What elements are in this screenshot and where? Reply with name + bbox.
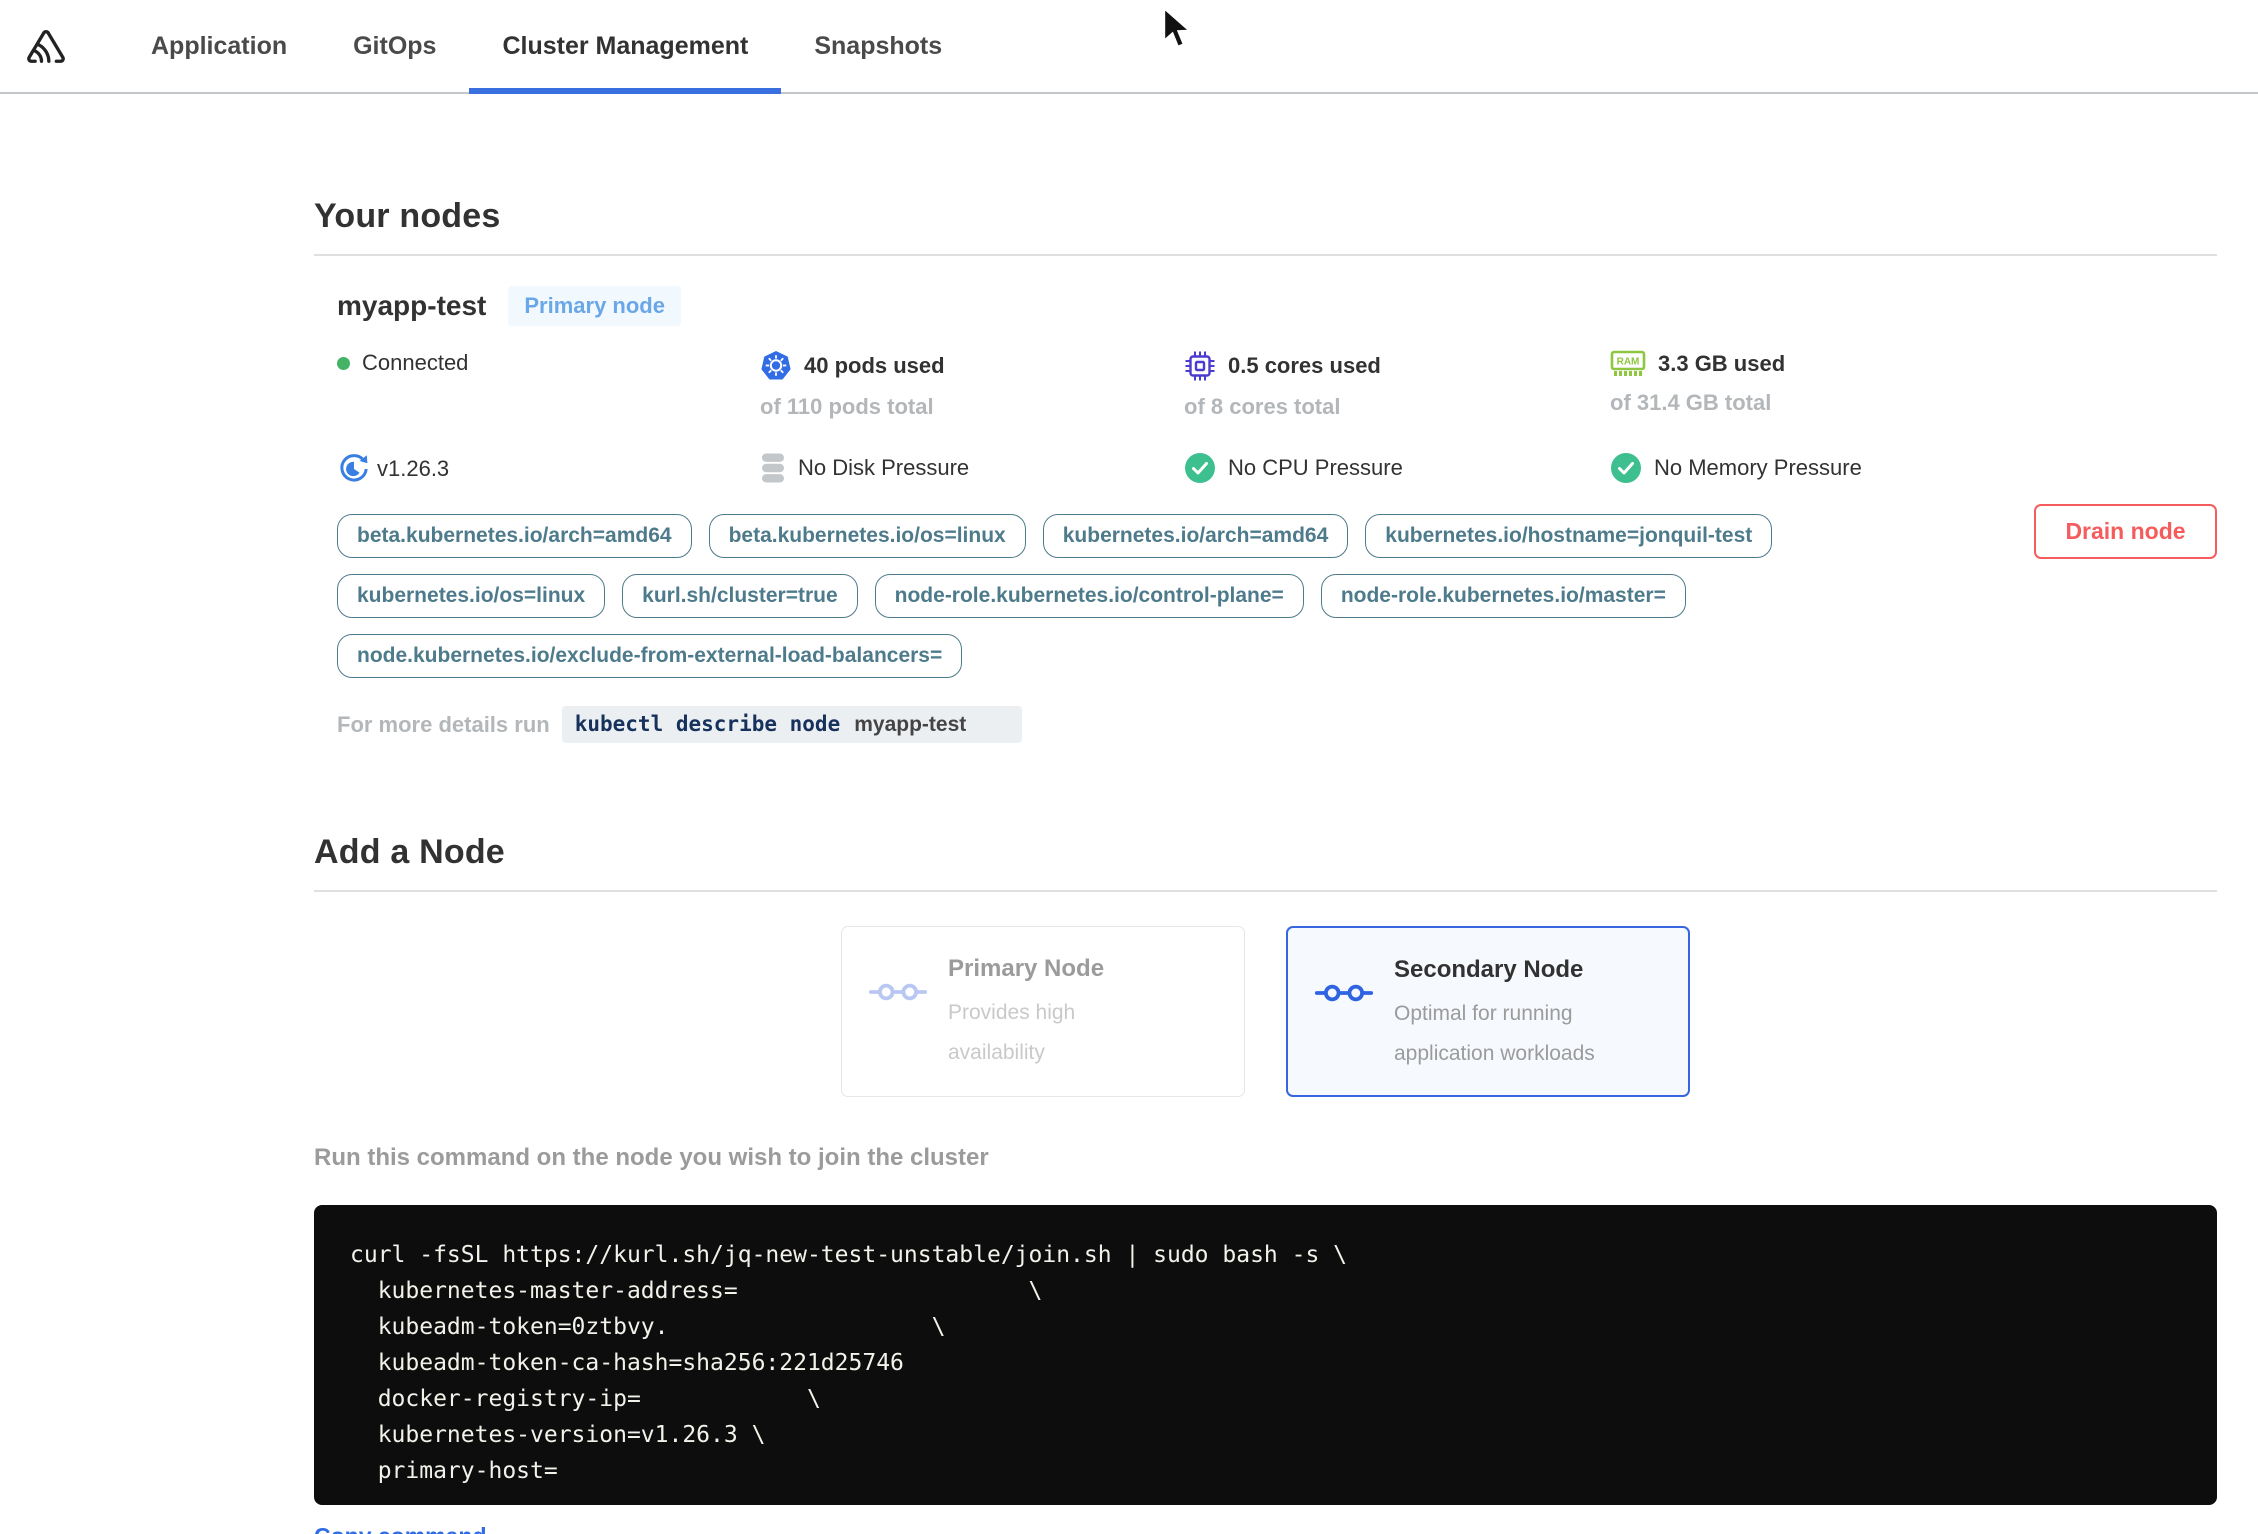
- node-type-cards: Primary Node Provides high availability: [314, 926, 2217, 1097]
- kubectl-command: kubectl describe node: [574, 712, 841, 736]
- check-circle-icon: [1184, 452, 1216, 484]
- memory-pressure: No Memory Pressure: [1610, 452, 2217, 486]
- node-label-pill: beta.kubernetes.io/arch=amd64: [337, 514, 692, 558]
- main-content: Your nodes myapp-test Primary node Conne…: [0, 197, 2258, 1534]
- add-node-title: Add a Node: [314, 833, 505, 871]
- node-labels: beta.kubernetes.io/arch=amd64 beta.kuber…: [337, 514, 2217, 678]
- node-label-pill: kubernetes.io/os=linux: [337, 574, 606, 618]
- node-label-pill: kubernetes.io/arch=amd64: [1042, 514, 1349, 558]
- cpu-pressure-label: No CPU Pressure: [1228, 455, 1403, 480]
- details-hint: For more details run kubectl describe no…: [337, 706, 2217, 743]
- command-line: kubernetes-master-address= \: [350, 1278, 1043, 1304]
- command-line: kubeadm-token=0ztbvy. \: [350, 1314, 946, 1340]
- copy-command-link[interactable]: Copy command: [314, 1523, 487, 1534]
- command-line: kubernetes-version=v1.26.3 \: [350, 1422, 766, 1448]
- primary-node-card-desc: Provides high availability: [948, 1001, 1076, 1064]
- drain-node-button[interactable]: Drain node: [2034, 504, 2217, 559]
- top-navbar: Application GitOps Cluster Management Sn…: [0, 0, 2258, 94]
- nav-tabs: Application GitOps Cluster Management Sn…: [118, 0, 975, 94]
- cores-total: of 8 cores total: [1184, 394, 1341, 419]
- version-history-icon: [337, 452, 371, 486]
- details-hint-prefix: For more details run: [337, 711, 550, 737]
- node-label-pill: kubernetes.io/hostname=jonquil-test: [1365, 514, 1773, 558]
- section-divider: [314, 890, 2217, 892]
- cpu-pressure: No CPU Pressure: [1184, 452, 1610, 486]
- pods-stat: 40 pods used of 110 pods total: [760, 350, 1184, 420]
- memory-used: 3.3 GB used: [1658, 351, 1786, 376]
- command-line: kubeadm-token-ca-hash=sha256:221d25746: [350, 1350, 904, 1376]
- node-status: Connected: [337, 350, 760, 420]
- node-label-pill: node-role.kubernetes.io/control-plane=: [874, 574, 1304, 618]
- check-circle-icon: [1610, 452, 1642, 484]
- node-version: v1.26.3: [337, 452, 760, 486]
- node-label-pill: beta.kubernetes.io/os=linux: [708, 514, 1026, 558]
- node-link-icon: [869, 981, 927, 1096]
- app-logo[interactable]: [0, 0, 118, 92]
- node-stats-grid: Connected 40 pods used of 110 pods total…: [337, 350, 2217, 486]
- node-link-icon: [1315, 982, 1373, 1095]
- secondary-node-card-desc: Optimal for running application workload…: [1394, 1002, 1595, 1065]
- primary-node-card[interactable]: Primary Node Provides high availability: [841, 926, 1245, 1097]
- cores-used: 0.5 cores used: [1228, 353, 1381, 378]
- node-name: myapp-test: [337, 290, 487, 321]
- memory-stat: RAM 3.3 GB used of 31.4 GB total: [1610, 350, 2217, 420]
- cpu-icon: [1184, 350, 1216, 382]
- command-line: primary-host=: [350, 1458, 558, 1484]
- disk-icon: [760, 452, 786, 484]
- node-label-pill: node.kubernetes.io/exclude-from-external…: [337, 634, 963, 678]
- node-label-pill: kurl.sh/cluster=true: [622, 574, 858, 618]
- disk-pressure: No Disk Pressure: [760, 452, 1184, 486]
- section-divider: [314, 254, 2217, 256]
- cores-stat: 0.5 cores used of 8 cores total: [1184, 350, 1610, 420]
- tab-application[interactable]: Application: [118, 0, 320, 92]
- kubectl-command-chip: kubectl describe node myapp-test: [561, 706, 1023, 743]
- connected-label: Connected: [362, 350, 469, 375]
- memory-total: of 31.4 GB total: [1610, 390, 1772, 415]
- command-line: curl -fsSL https://kurl.sh/jq-new-test-u…: [350, 1242, 1347, 1268]
- join-command-terminal: curl -fsSL https://kurl.sh/jq-new-test-u…: [314, 1205, 2217, 1505]
- kubernetes-icon: [760, 350, 792, 382]
- secondary-node-card[interactable]: Secondary Node Optimal for running appli…: [1286, 926, 1690, 1097]
- connected-status-dot: [337, 356, 350, 370]
- memory-pressure-label: No Memory Pressure: [1654, 455, 1862, 480]
- ram-icon: RAM: [1610, 350, 1646, 378]
- version-label: v1.26.3: [377, 456, 450, 481]
- node-label-pill: node-role.kubernetes.io/master=: [1320, 574, 1686, 618]
- tab-gitops[interactable]: GitOps: [320, 0, 469, 92]
- join-instruction: Run this command on the node you wish to…: [314, 1144, 989, 1171]
- secondary-node-card-title: Secondary Node: [1394, 956, 1584, 983]
- tab-snapshots[interactable]: Snapshots: [781, 0, 975, 92]
- tab-cluster-management[interactable]: Cluster Management: [469, 0, 782, 94]
- svg-text:RAM: RAM: [1617, 357, 1640, 368]
- command-line: docker-registry-ip= \: [350, 1386, 821, 1412]
- pods-used: 40 pods used: [804, 353, 945, 378]
- disk-pressure-label: No Disk Pressure: [798, 455, 970, 480]
- logo-icon: [26, 27, 66, 65]
- primary-node-badge: Primary node: [508, 286, 681, 326]
- kubectl-node-name: myapp-test: [854, 713, 967, 736]
- node-name-row: myapp-test Primary node: [337, 286, 2217, 326]
- node-card-section: myapp-test Primary node Connected 40 pod…: [314, 286, 2217, 743]
- your-nodes-title: Your nodes: [314, 197, 501, 235]
- primary-node-card-title: Primary Node: [948, 955, 1105, 982]
- pods-total: of 110 pods total: [760, 394, 934, 419]
